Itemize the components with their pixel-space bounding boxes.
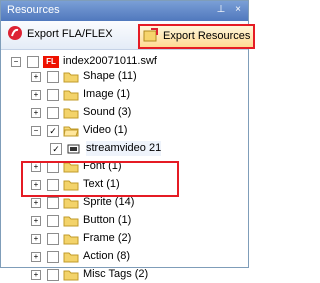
tree-item[interactable]: + Misc Tags (2) bbox=[31, 266, 148, 283]
panel-title: Resources bbox=[7, 4, 60, 16]
folder-icon bbox=[63, 161, 79, 173]
tree-child-streamvideo[interactable]: ✓ streamvideo 21 bbox=[50, 140, 162, 157]
tree-item[interactable]: + Shape (11) bbox=[31, 68, 137, 85]
flash-export-icon bbox=[7, 25, 23, 44]
export-resources-icon bbox=[143, 27, 159, 46]
close-icon[interactable]: × bbox=[232, 4, 244, 16]
tree-item[interactable]: + Button (1) bbox=[31, 212, 131, 229]
item-checkbox[interactable] bbox=[47, 232, 59, 245]
item-label: Action (8) bbox=[83, 250, 131, 262]
item-label: Sound (3) bbox=[83, 106, 132, 118]
title-bar: Resources ⊥ × bbox=[1, 1, 248, 21]
folder-icon bbox=[63, 107, 79, 119]
item-label: Font (1) bbox=[83, 160, 122, 172]
tree-item[interactable]: + Action (8) bbox=[31, 248, 130, 265]
resources-panel: Resources ⊥ × Export FLA/FLEX Export Res… bbox=[0, 0, 256, 281]
expand-icon[interactable]: + bbox=[31, 71, 41, 82]
item-checkbox[interactable] bbox=[47, 178, 59, 191]
collapse-icon[interactable]: − bbox=[11, 56, 21, 67]
item-checkbox[interactable] bbox=[47, 250, 59, 263]
item-checkbox[interactable] bbox=[47, 268, 59, 281]
folder-icon bbox=[63, 269, 79, 281]
item-label: Button (1) bbox=[83, 214, 132, 226]
folder-icon bbox=[63, 233, 79, 245]
root-label: index20071011.swf bbox=[63, 55, 157, 67]
toolbar: Export FLA/FLEX Export Resources bbox=[1, 21, 256, 50]
item-label: Image (1) bbox=[83, 88, 131, 100]
item-checkbox[interactable] bbox=[47, 196, 59, 209]
expand-icon[interactable]: + bbox=[31, 89, 41, 100]
item-checkbox[interactable] bbox=[47, 106, 59, 119]
item-checkbox[interactable] bbox=[47, 70, 59, 83]
expand-icon[interactable]: + bbox=[31, 107, 41, 118]
folder-icon bbox=[63, 71, 79, 83]
item-checkbox[interactable] bbox=[47, 160, 59, 173]
tree-item[interactable]: + Frame (2) bbox=[31, 230, 131, 247]
folder-icon bbox=[63, 215, 79, 227]
collapse-icon[interactable]: − bbox=[31, 125, 41, 136]
tree-item-video[interactable]: − ✓ Video (1) bbox=[31, 122, 127, 139]
item-label: Misc Tags (2) bbox=[83, 268, 149, 280]
item-label: Video (1) bbox=[83, 124, 128, 136]
child-label: streamvideo 21 bbox=[86, 141, 162, 156]
expand-icon[interactable]: + bbox=[31, 197, 41, 208]
tree-item[interactable]: + Sound (3) bbox=[31, 104, 131, 121]
video-checkbox[interactable]: ✓ bbox=[47, 124, 59, 137]
item-label: Sprite (14) bbox=[83, 196, 135, 208]
folder-icon bbox=[63, 197, 79, 209]
export-resources-button[interactable]: Export Resources bbox=[138, 24, 256, 49]
root-checkbox[interactable] bbox=[27, 55, 39, 68]
folder-icon bbox=[63, 251, 79, 263]
streamvideo-checkbox[interactable]: ✓ bbox=[50, 142, 62, 155]
video-icon bbox=[66, 143, 82, 155]
tree-item[interactable]: + Sprite (14) bbox=[31, 194, 134, 211]
export-fla-label: Export FLA/FLEX bbox=[27, 28, 113, 40]
tree-item[interactable]: + Text (1) bbox=[31, 176, 120, 193]
tree-item[interactable]: + Image (1) bbox=[31, 86, 130, 103]
item-checkbox[interactable] bbox=[47, 88, 59, 101]
export-fla-button[interactable]: Export FLA/FLEX bbox=[7, 24, 113, 45]
expand-icon[interactable]: + bbox=[31, 233, 41, 244]
item-checkbox[interactable] bbox=[47, 214, 59, 227]
expand-icon[interactable]: + bbox=[31, 215, 41, 226]
open-folder-icon bbox=[63, 125, 79, 137]
item-label: Shape (11) bbox=[83, 70, 137, 82]
expand-icon[interactable]: + bbox=[31, 269, 41, 280]
pin-icon[interactable]: ⊥ bbox=[215, 4, 227, 16]
flash-file-icon: FL bbox=[43, 55, 59, 68]
expand-icon[interactable]: + bbox=[31, 251, 41, 262]
folder-icon bbox=[63, 179, 79, 191]
tree-item[interactable]: + Font (1) bbox=[31, 158, 122, 175]
expand-icon[interactable]: + bbox=[31, 179, 41, 190]
resource-tree: − FL index20071011.swf + Shape (11) + Im… bbox=[1, 50, 248, 281]
item-label: Frame (2) bbox=[83, 232, 132, 244]
export-resources-label: Export Resources bbox=[163, 30, 251, 42]
item-label: Text (1) bbox=[83, 178, 120, 190]
folder-icon bbox=[63, 89, 79, 101]
expand-icon[interactable]: + bbox=[31, 161, 41, 172]
